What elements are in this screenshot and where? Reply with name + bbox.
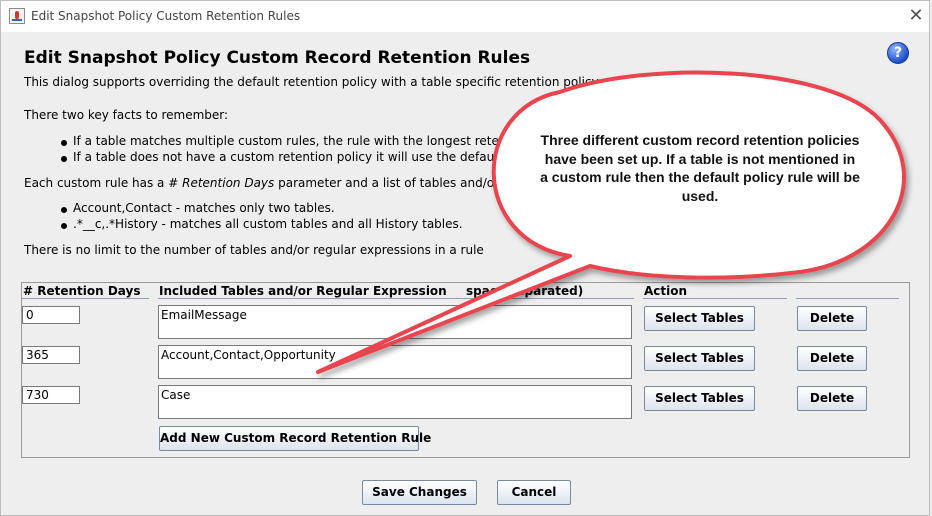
example-text-1: Account,Contact - matches only two table… [73, 201, 335, 215]
param-text: Each custom rule has a # Retention Days … [24, 176, 541, 190]
retention-days-input[interactable] [22, 306, 80, 324]
tables-textarea[interactable]: EmailMessage [158, 305, 632, 339]
retention-days-input[interactable] [22, 346, 80, 364]
add-rule-button[interactable]: Add New Custom Record Retention Rule [159, 426, 431, 451]
callout-text: Three different custom record retention … [540, 132, 860, 204]
example-text-2: .*__c,.*History - matches all custom tab… [73, 217, 463, 231]
help-icon[interactable]: ? [887, 42, 909, 64]
fact-text-1: If a table matches multiple custom rules… [73, 134, 556, 148]
fact-text-2: If a table does not have a custom retent… [73, 150, 559, 164]
facts-intro-text: There two key facts to remember: [24, 108, 229, 122]
intro-text: This dialog supports overriding the defa… [24, 75, 601, 89]
header-divider [22, 298, 149, 299]
no-limit-text: There is no limit to the number of table… [24, 243, 484, 257]
cancel-button[interactable]: Cancel [497, 480, 571, 505]
window-title: Edit Snapshot Policy Custom Retention Ru… [31, 9, 301, 23]
tables-textarea[interactable]: Account,Contact,Opportunity [158, 345, 632, 379]
tables-textarea[interactable]: Case [158, 385, 632, 419]
delete-button[interactable]: Delete [797, 346, 867, 371]
action-column-header: Action [644, 284, 688, 298]
delete-button[interactable]: Delete [797, 386, 867, 411]
dialog-heading: Edit Snapshot Policy Custom Record Reten… [24, 48, 531, 68]
bullet-icon [61, 207, 67, 213]
param-prefix: Each custom rule has a [24, 176, 165, 190]
close-icon[interactable]: ✕ [904, 5, 928, 27]
tables-column-header: Included Tables and/or Regular Expressio… [159, 284, 447, 298]
select-tables-button[interactable]: Select Tables [644, 306, 755, 331]
bullet-icon [61, 223, 67, 229]
save-changes-button[interactable]: Save Changes [362, 480, 477, 505]
header-divider [796, 298, 899, 299]
window-titlebar: Edit Snapshot Policy Custom Retention Ru… [0, 0, 930, 32]
header-divider [643, 298, 787, 299]
bullet-icon [61, 140, 67, 146]
days-column-header: # Retention Days [23, 284, 141, 298]
select-tables-button[interactable]: Select Tables [644, 346, 755, 371]
select-tables-button[interactable]: Select Tables [644, 386, 755, 411]
tables-column-header-tail: space separated) [466, 284, 584, 298]
param-suffix: parameter and a list of tables and/or re… [278, 176, 541, 190]
retention-days-input[interactable] [22, 386, 80, 404]
header-divider [158, 298, 634, 299]
param-italic: # Retention Days [168, 176, 275, 190]
java-app-icon [9, 8, 25, 24]
fact-text-2-main: If a table does not have a custom retent… [73, 150, 503, 164]
bullet-icon [61, 156, 67, 162]
delete-button[interactable]: Delete [797, 306, 867, 331]
